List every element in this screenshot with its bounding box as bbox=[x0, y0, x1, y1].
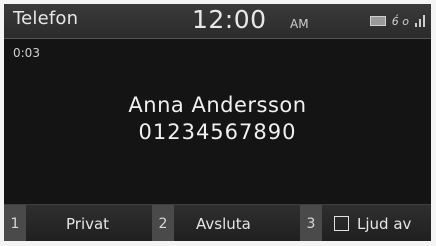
phone-call-screen: Telefon 12:00 AM 6́ o 0:03 Anna Andersso… bbox=[4, 4, 431, 241]
mute-button[interactable]: 3 Ljud av bbox=[300, 205, 431, 241]
status-icons: 6́ o bbox=[369, 12, 425, 30]
clock: 12:00 bbox=[192, 5, 267, 34]
bluetooth-signal-icon: 6́ o bbox=[391, 14, 409, 28]
caller-name: Anna Andersson bbox=[128, 93, 307, 117]
softkey-number: 3 bbox=[300, 205, 322, 241]
privat-button[interactable]: 1 Privat bbox=[4, 205, 149, 241]
mute-checkbox[interactable] bbox=[334, 216, 349, 231]
clock-ampm: AM bbox=[290, 17, 309, 31]
end-call-button[interactable]: 2 Avsluta bbox=[152, 205, 297, 241]
app-title: Telefon bbox=[13, 8, 79, 29]
softkey-label: Privat bbox=[66, 214, 110, 233]
softkey-label: Avsluta bbox=[196, 214, 251, 233]
call-timer: 0:03 bbox=[13, 46, 40, 60]
header-bar: Telefon 12:00 AM 6́ o bbox=[4, 4, 431, 39]
caller-number: 01234567890 bbox=[138, 120, 297, 144]
softkey-label: Ljud av bbox=[357, 214, 412, 233]
softkey-number: 1 bbox=[4, 205, 26, 241]
signal-icon bbox=[415, 15, 425, 27]
softkey-bar: 1 Privat 2 Avsluta 3 Ljud av bbox=[4, 204, 431, 241]
battery-icon bbox=[369, 16, 386, 26]
softkey-number: 2 bbox=[152, 205, 174, 241]
